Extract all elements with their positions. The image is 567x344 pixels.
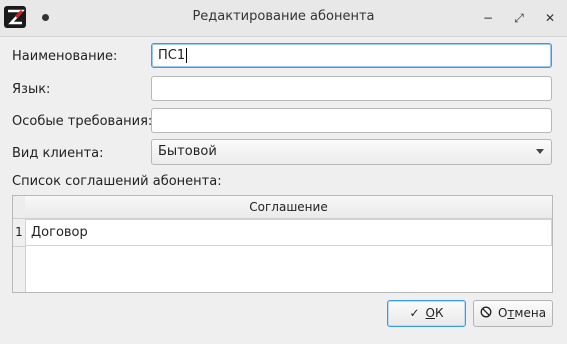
- cancel-label-pre: О: [497, 306, 508, 320]
- agreements-table[interactable]: Соглашение 1 Договор: [12, 195, 553, 293]
- maximize-button[interactable]: ⤢: [510, 9, 528, 27]
- client-type-select[interactable]: Бытовой: [151, 139, 552, 165]
- ok-label-mnemonic: О: [425, 306, 435, 320]
- table-cell-agreement[interactable]: Договор: [25, 219, 552, 246]
- agreements-list-label: Список соглашений абонента:: [12, 174, 222, 189]
- title-bar: Редактирование абонента − ⤢ ✕: [0, 0, 567, 37]
- language-field[interactable]: [151, 76, 552, 101]
- client-type-value: Бытовой: [158, 144, 217, 159]
- prohibit-icon: [480, 306, 492, 318]
- client-type-label: Вид клиента:: [12, 146, 104, 161]
- close-button[interactable]: ✕: [541, 9, 559, 27]
- special-requirements-label: Особые требования:: [12, 114, 153, 129]
- language-label: Язык:: [12, 82, 51, 97]
- row-header-area: [13, 247, 26, 292]
- name-value: ПС1: [158, 48, 186, 63]
- column-header-agreement[interactable]: Соглашение: [25, 196, 552, 219]
- cancel-button[interactable]: Отмена: [473, 300, 553, 327]
- name-label: Наименование:: [12, 49, 118, 64]
- minimize-button[interactable]: −: [479, 9, 497, 27]
- special-requirements-field[interactable]: [151, 108, 552, 133]
- ok-label-rest: К: [434, 306, 444, 320]
- text-caret: [186, 48, 188, 63]
- cancel-label-rest: мена: [514, 306, 547, 320]
- check-icon: ✓: [409, 306, 420, 320]
- name-field[interactable]: ПС1: [151, 43, 552, 68]
- chevron-down-icon: [536, 149, 544, 154]
- ok-button[interactable]: ✓ ОК: [387, 300, 466, 327]
